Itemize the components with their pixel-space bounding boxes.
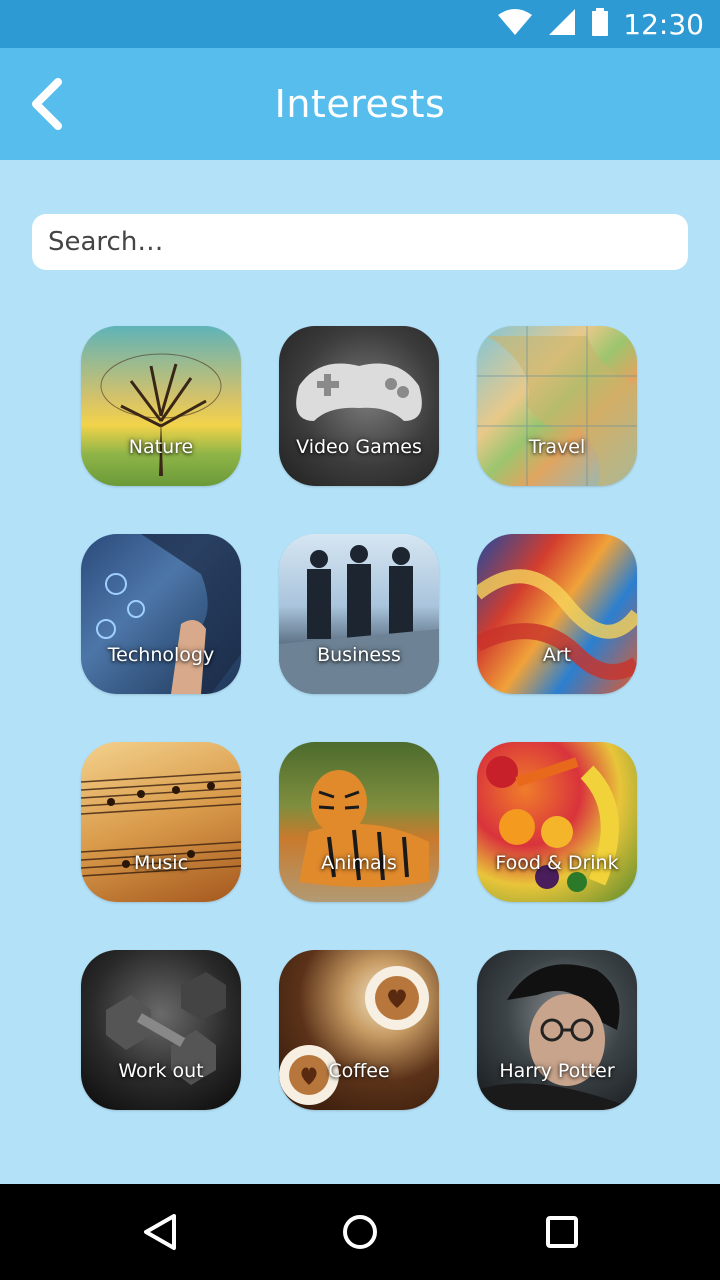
- business-image: [279, 534, 439, 694]
- status-bar: 12:30: [0, 0, 720, 48]
- video-games-image: [279, 326, 439, 486]
- interest-tile-work-out[interactable]: Work out: [81, 950, 241, 1110]
- interest-label: Nature: [128, 436, 194, 458]
- wifi-icon: [497, 8, 533, 40]
- home-circle-icon[interactable]: [336, 1208, 384, 1256]
- app-bar: Interests: [0, 48, 720, 160]
- technology-image: [81, 534, 241, 694]
- interest-label: Harry Potter: [499, 1060, 615, 1082]
- interest-tile-music[interactable]: Music: [81, 742, 241, 902]
- interest-tile-travel[interactable]: Travel: [477, 326, 637, 486]
- interest-tile-business[interactable]: Business: [279, 534, 439, 694]
- status-time: 12:30: [623, 7, 704, 41]
- food-drink-image: [477, 742, 637, 902]
- art-paint-image: [477, 534, 637, 694]
- interest-label: Travel: [528, 436, 586, 458]
- search-input[interactable]: [32, 214, 688, 270]
- interest-label: Technology: [107, 644, 215, 666]
- recents-square-icon[interactable]: [538, 1208, 586, 1256]
- navigation-bar: [0, 1184, 720, 1280]
- chevron-left-icon[interactable]: [28, 78, 68, 130]
- interest-label: Animals: [321, 852, 397, 874]
- interest-tile-coffee[interactable]: Coffee: [279, 950, 439, 1110]
- interest-label: Food & Drink: [495, 852, 619, 874]
- interest-label: Coffee: [328, 1060, 390, 1082]
- back-triangle-icon[interactable]: [136, 1208, 184, 1256]
- interest-label: Work out: [118, 1060, 204, 1082]
- signal-icon: [547, 8, 577, 40]
- interest-label: Music: [133, 852, 189, 874]
- interest-tile-food-drink[interactable]: Food & Drink: [477, 742, 637, 902]
- travel-map-image: [477, 326, 637, 486]
- dumbbell-image: [81, 950, 241, 1110]
- interest-tile-video-games[interactable]: Video Games: [279, 326, 439, 486]
- interest-tile-harry-potter[interactable]: Harry Potter: [477, 950, 637, 1110]
- nature-image: [81, 326, 241, 486]
- page-title: Interests: [274, 82, 446, 126]
- harry-potter-image: [477, 950, 637, 1110]
- interest-label: Art: [542, 644, 572, 666]
- animals-tiger-image: [279, 742, 439, 902]
- interest-tile-art[interactable]: Art: [477, 534, 637, 694]
- interest-label: Video Games: [296, 436, 422, 458]
- interest-label: Business: [317, 644, 401, 666]
- interest-tile-animals[interactable]: Animals: [279, 742, 439, 902]
- battery-icon: [591, 8, 609, 40]
- coffee-cup-image: [279, 950, 439, 1110]
- interest-tile-nature[interactable]: Nature: [81, 326, 241, 486]
- music-sheet-image: [81, 742, 241, 902]
- interest-tile-technology[interactable]: Technology: [81, 534, 241, 694]
